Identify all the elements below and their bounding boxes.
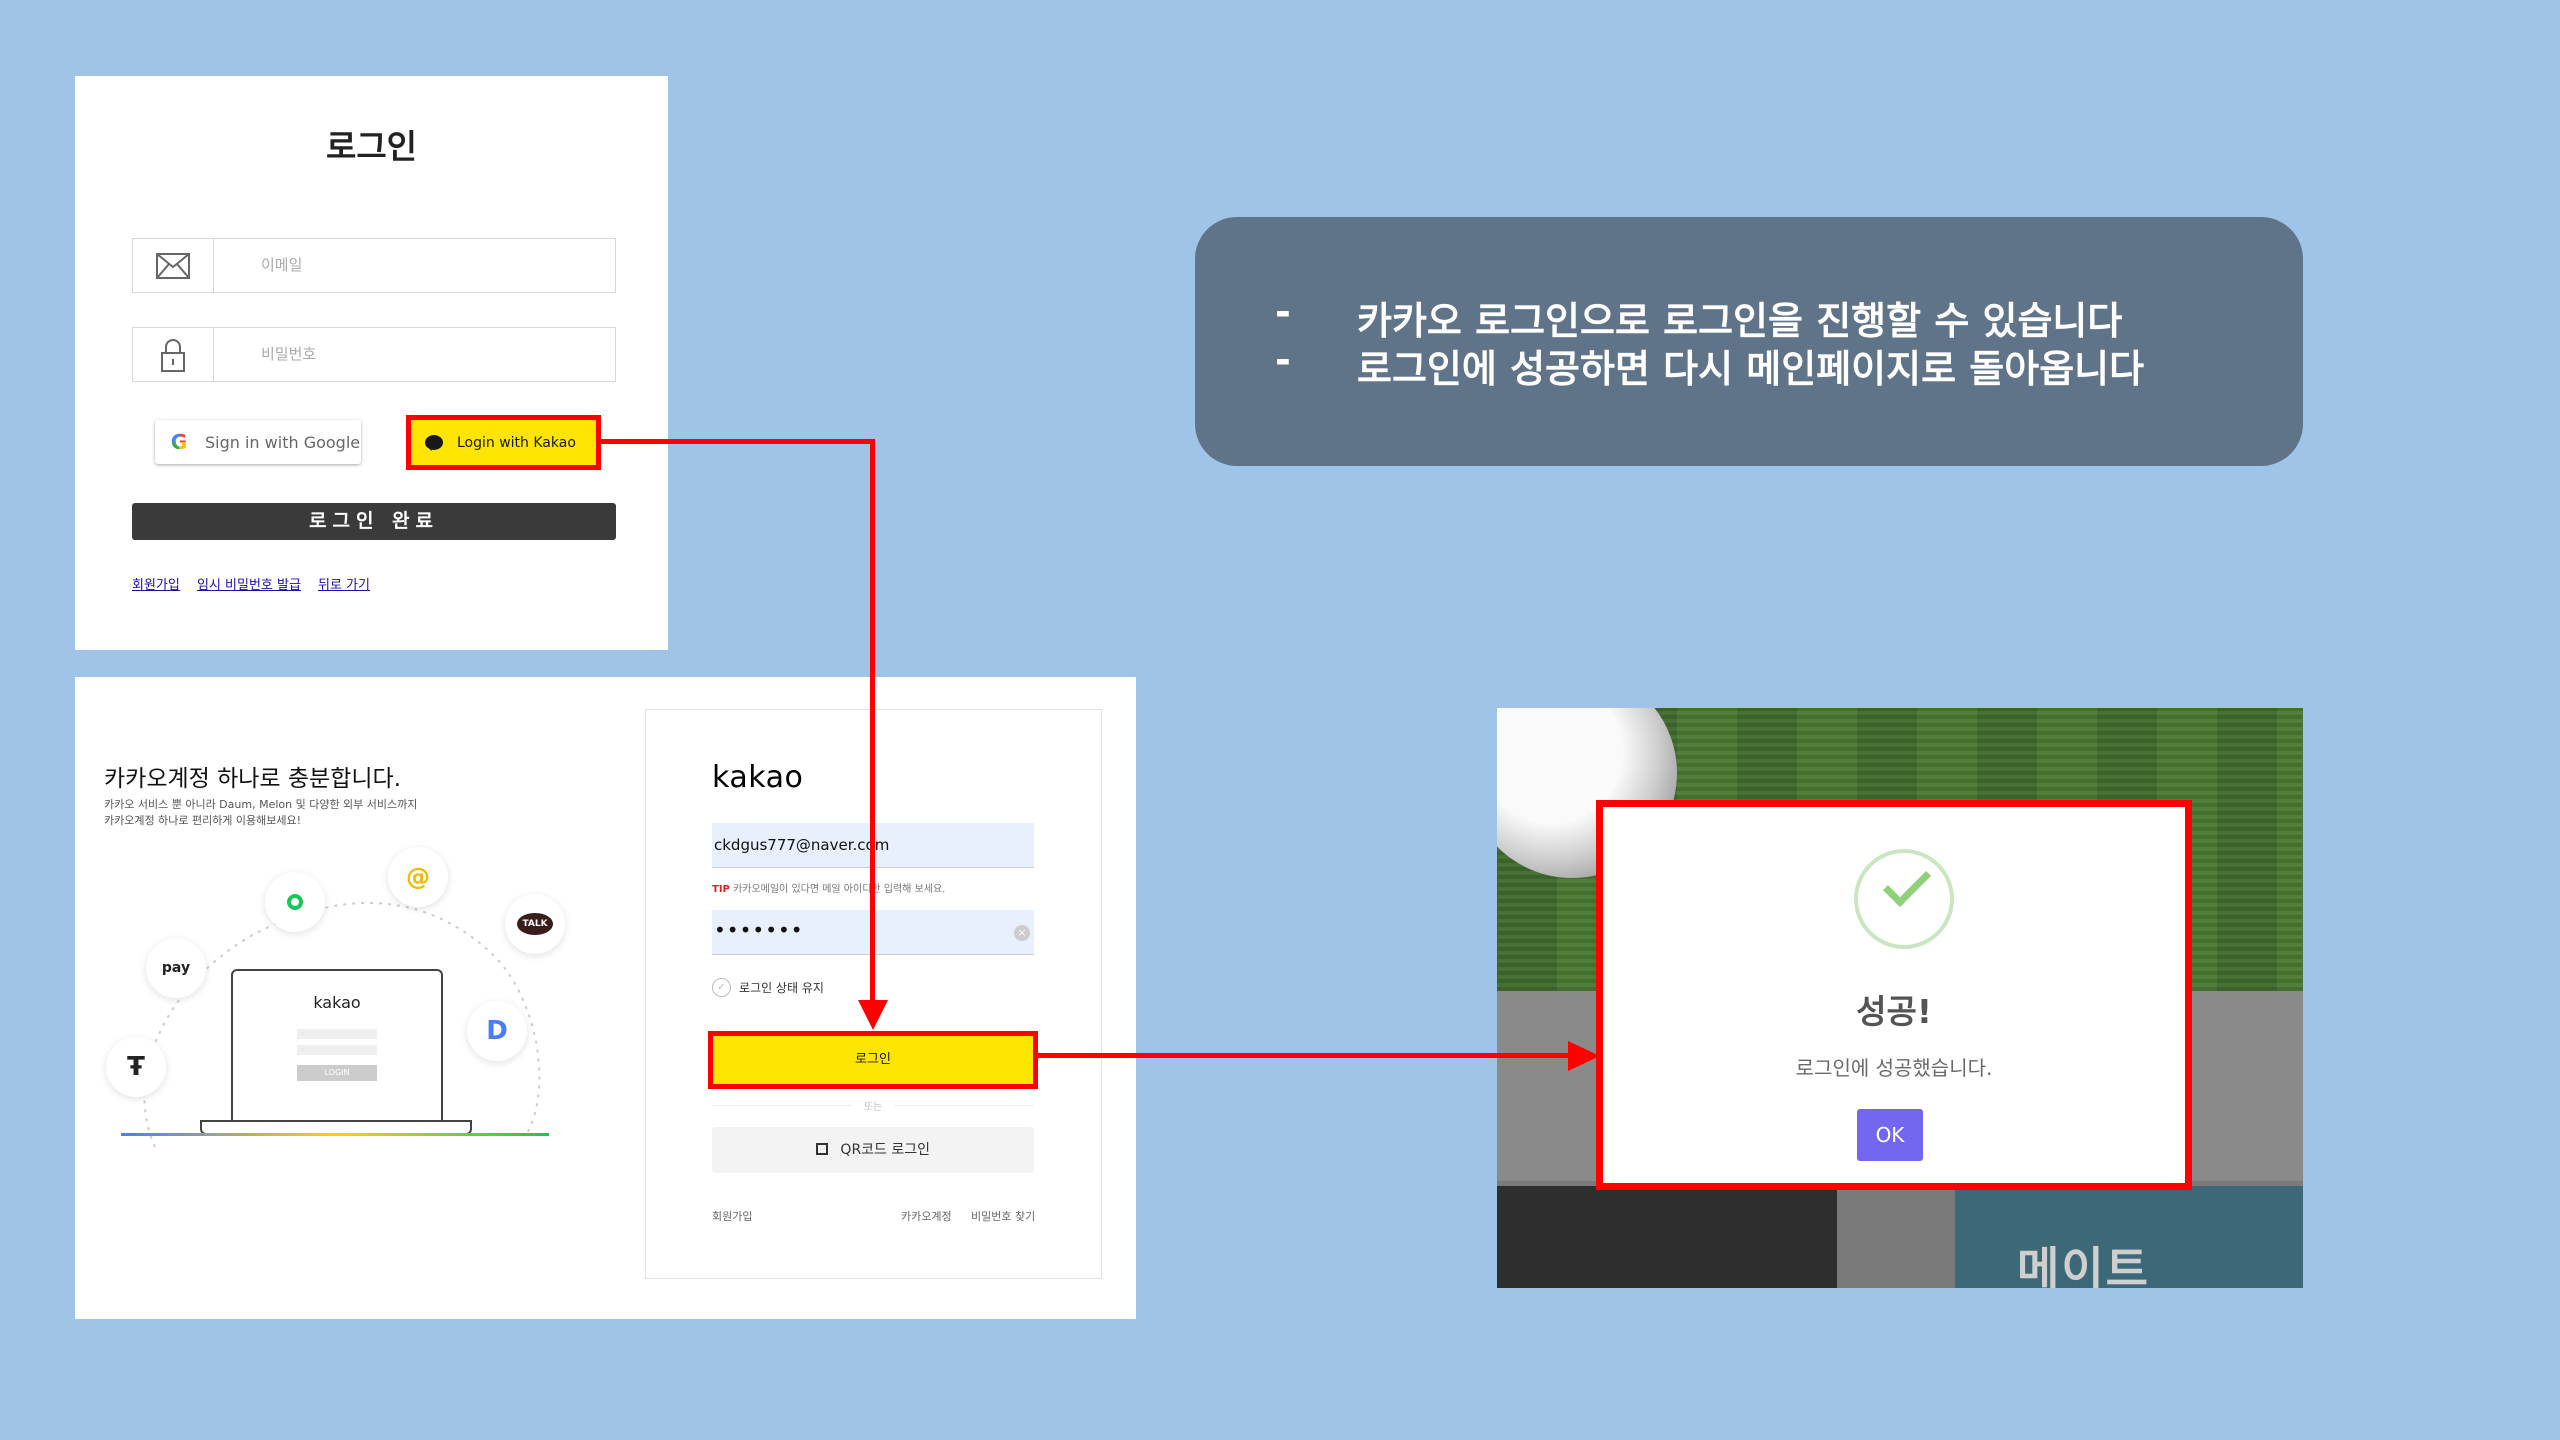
qr-login-label: QR코드 로그인 <box>840 1142 931 1158</box>
checkmark-icon <box>1882 858 1932 908</box>
speech-bubble-icon <box>425 435 443 451</box>
temp-password-link[interactable]: 임시 비밀번호 발급 <box>197 574 301 593</box>
clear-icon[interactable]: × <box>1014 925 1030 941</box>
find-password-link[interactable]: 비밀번호 찾기 <box>971 1208 1035 1224</box>
success-check-icon <box>1854 849 1954 949</box>
ok-button[interactable]: OK <box>1857 1109 1923 1161</box>
login-submit-button[interactable]: 로그인 완료 <box>132 503 616 540</box>
or-divider: 또는 <box>712 1098 1034 1113</box>
google-button-label: Sign in with Google <box>205 432 361 452</box>
info-line-1: 카카오 로그인으로 로그인을 진행할 수 있습니다 <box>1357 299 2123 343</box>
at-icon: @ <box>388 847 448 907</box>
info-box: - 카카오 로그인으로 로그인을 진행할 수 있습니다 - 로그인에 성공하면 … <box>1195 217 2303 466</box>
tip-text: 카카오메일이 있다면 메일 아이디만 입력해 보세요. <box>733 884 946 895</box>
laptop-illustration: kakao LOGIN <box>231 969 443 1124</box>
floor-line <box>121 1133 549 1136</box>
google-icon: G <box>170 430 188 454</box>
check-icon: ✓ <box>712 978 731 997</box>
site-login-panel: 로그인 이메일 비밀번호 G Sign in with Google Login… <box>75 76 668 650</box>
green-dot-icon <box>265 872 325 932</box>
laptop-label: kakao <box>313 993 361 1012</box>
qr-icon <box>815 1143 828 1155</box>
success-modal: 성공! 로그인에 성공했습니다. OK <box>1596 800 2192 1190</box>
kakao-subtext-2: 카카오계정 하나로 편리하게 이용해보세요! <box>104 814 302 827</box>
talk-icon: TALK <box>505 894 565 954</box>
laptop-input-bar <box>297 1029 377 1039</box>
kakao-tip: TIP 카카오메일이 있다면 메일 아이디만 입력해 보세요. <box>712 880 945 895</box>
kakao-account-link[interactable]: 카카오계정 <box>901 1208 952 1224</box>
kakao-login-button[interactable]: Login with Kakao <box>406 415 601 470</box>
login-title: 로그인 <box>325 127 418 166</box>
password-placeholder: 비밀번호 <box>261 345 317 363</box>
daum-icon: D <box>467 1001 527 1061</box>
connector-line <box>1034 1053 1574 1058</box>
kakao-signup-link[interactable]: 회원가입 <box>712 1208 752 1224</box>
google-signin-button[interactable]: G Sign in with Google <box>155 420 361 464</box>
kakao-heading: 카카오계정 하나로 충분합니다. <box>104 766 402 792</box>
arrow-down-icon <box>858 1000 888 1030</box>
tip-label: TIP <box>712 884 730 895</box>
pay-icon: pay <box>146 938 206 998</box>
lock-icon <box>133 328 214 381</box>
kakao-login-panel: 카카오계정 하나로 충분합니다. 카카오 서비스 뿐 아니라 Daum, Mel… <box>75 677 1136 1319</box>
kakao-login-button[interactable]: 로그인 <box>708 1031 1038 1089</box>
info-dash-2: - <box>1275 338 1291 382</box>
background-photo-left <box>1497 1186 1837 1288</box>
keep-login-checkbox[interactable]: ✓ 로그인 상태 유지 <box>712 978 824 997</box>
kakao-subtext-1: 카카오 서비스 뿐 아니라 Daum, Melon 및 다양한 외부 서비스까지 <box>104 798 418 811</box>
email-field[interactable]: 이메일 <box>132 238 616 293</box>
back-link[interactable]: 뒤로 가기 <box>318 574 370 593</box>
success-screenshot: 메이트 성공! 로그인에 성공했습니다. OK <box>1497 708 2303 1288</box>
info-dash-1: - <box>1275 290 1291 334</box>
background-brand-text: 메이트 <box>2017 1242 2150 1288</box>
laptop-input-bar <box>297 1045 377 1055</box>
success-title: 성공! <box>1856 992 1932 1031</box>
tistory-icon: Ŧ <box>106 1037 166 1097</box>
password-field[interactable]: 비밀번호 <box>132 327 616 382</box>
kakao-logo: kakao <box>712 760 804 795</box>
arrow-right-icon <box>1568 1041 1600 1071</box>
info-line-2: 로그인에 성공하면 다시 메인페이지로 돌아옵니다 <box>1357 347 2145 391</box>
kakao-button-label: Login with Kakao <box>457 434 576 451</box>
success-message: 로그인에 성공했습니다. <box>1795 1056 1993 1080</box>
signup-link[interactable]: 회원가입 <box>132 574 180 593</box>
connector-line <box>600 439 875 444</box>
mail-icon <box>133 239 214 292</box>
laptop-login-button: LOGIN <box>297 1065 377 1081</box>
email-placeholder: 이메일 <box>261 256 303 274</box>
connector-line <box>870 439 875 1022</box>
keep-login-label: 로그인 상태 유지 <box>739 981 824 995</box>
qr-login-button[interactable]: QR코드 로그인 <box>712 1127 1034 1173</box>
